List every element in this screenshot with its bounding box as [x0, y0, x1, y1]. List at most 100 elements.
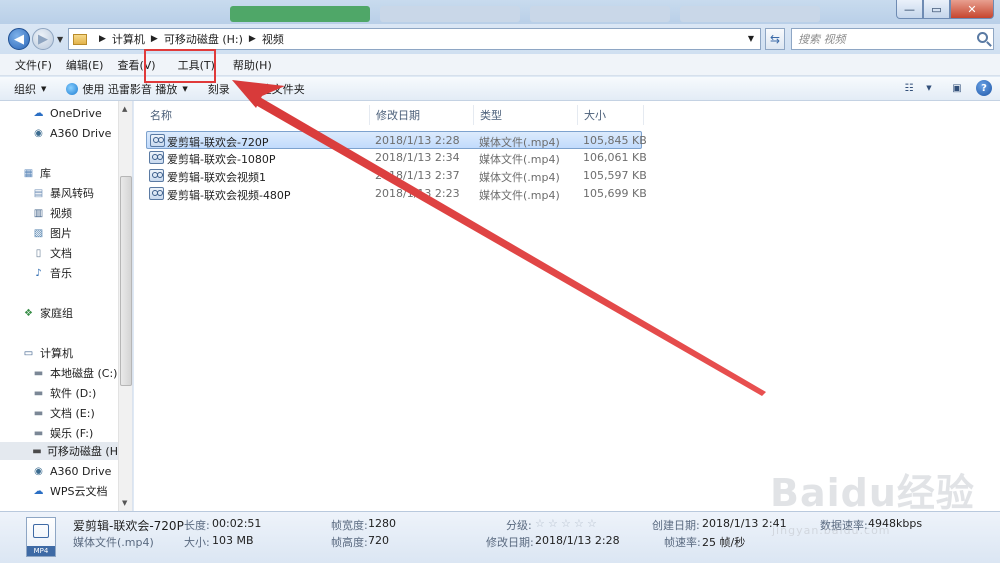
- disk-icon: ▬: [33, 407, 44, 419]
- details-file-name: 爱剪辑-联欢会-720P: [73, 519, 184, 533]
- nav-item-drive-e[interactable]: ▬ 文档 (E:): [32, 404, 95, 422]
- table-row[interactable]: 爱剪辑-联欢会-1080P 2018/1/13 2:34 媒体文件(.mp4) …: [146, 149, 647, 167]
- breadcrumb-videos[interactable]: 视频: [262, 31, 284, 47]
- preview-pane-icon[interactable]: ▣: [948, 80, 966, 96]
- nav-item-documents[interactable]: ▯ 文档: [32, 244, 72, 262]
- computer-icon: ▭: [23, 347, 34, 359]
- file-size: 105,699 KB: [583, 187, 647, 200]
- nav-scrollbar[interactable]: ▲ ▼: [118, 101, 132, 511]
- maximize-button[interactable]: ▭: [923, 0, 950, 19]
- chevron-right-icon[interactable]: ▶: [99, 34, 106, 44]
- nav-item-label: 暴风转码: [50, 187, 94, 200]
- search-input[interactable]: 搜索 视频: [791, 28, 994, 50]
- nav-item-label: WPS云文档: [50, 485, 108, 498]
- close-button[interactable]: ✕: [950, 0, 994, 19]
- search-icon[interactable]: [977, 32, 988, 43]
- size-value: 103 MB: [212, 534, 254, 547]
- organize-button[interactable]: 组织 ▼: [14, 81, 46, 97]
- nav-item-libraries[interactable]: ▦ 库: [22, 164, 51, 182]
- column-header-modified[interactable]: 修改日期: [370, 105, 474, 125]
- help-icon[interactable]: ?: [976, 80, 992, 96]
- table-row[interactable]: 爱剪辑-联欢会视频-480P 2018/1/13 2:23 媒体文件(.mp4)…: [146, 185, 647, 203]
- star-icon[interactable]: ☆: [587, 518, 598, 529]
- column-header-type[interactable]: 类型: [474, 105, 578, 125]
- nav-item-drive-h[interactable]: ▬ 可移动磁盘 (H: [0, 442, 118, 460]
- frame-rate-label: 帧速率:: [664, 536, 701, 549]
- length-value[interactable]: 00:02:51: [212, 517, 261, 530]
- nav-item-drive-f[interactable]: ▬ 娱乐 (F:): [32, 424, 94, 442]
- chevron-right-icon[interactable]: ▶: [249, 34, 256, 44]
- nav-item-a360[interactable]: ◉ A360 Drive: [32, 124, 111, 142]
- nav-item-drive-c[interactable]: ▬ 本地磁盘 (C:): [32, 364, 118, 382]
- taskbar-tab[interactable]: [680, 6, 820, 22]
- nav-item-wps-cloud[interactable]: ☁ WPS云文档: [32, 482, 108, 500]
- rating-stars[interactable]: ☆ ☆ ☆ ☆ ☆: [535, 517, 600, 530]
- star-icon[interactable]: ☆: [535, 518, 546, 529]
- scroll-down-icon[interactable]: ▼: [122, 499, 127, 507]
- file-name: 爱剪辑-联欢会-720P: [167, 136, 269, 149]
- nav-item-label: A360 Drive: [50, 464, 112, 478]
- star-icon[interactable]: ☆: [561, 518, 572, 529]
- breadcrumb-computer[interactable]: 计算机: [112, 31, 145, 47]
- column-header-name[interactable]: 名称: [144, 105, 370, 125]
- menu-help[interactable]: 帮助(H): [226, 57, 279, 73]
- taskbar-tab[interactable]: [380, 6, 520, 22]
- scroll-up-icon[interactable]: ▲: [122, 105, 127, 113]
- nav-item-label: 娱乐 (F:): [50, 427, 94, 440]
- file-name: 爱剪辑-联欢会视频1: [167, 171, 266, 184]
- view-controls: ☷ ▼ ▣ ?: [890, 80, 992, 96]
- cloud-icon: ☁: [33, 107, 44, 119]
- back-button[interactable]: ◀: [8, 28, 30, 50]
- disk-icon: ▬: [33, 387, 44, 399]
- nav-item-onedrive[interactable]: ☁ OneDrive: [32, 104, 102, 122]
- picture-library-icon: ▧: [33, 227, 44, 239]
- star-icon[interactable]: ☆: [574, 518, 585, 529]
- scrollbar-thumb[interactable]: [120, 176, 132, 386]
- disk-icon: ▬: [33, 427, 44, 439]
- column-header-size[interactable]: 大小: [578, 105, 644, 125]
- nav-item-music[interactable]: ♪ 音乐: [32, 264, 72, 282]
- drive-icon: ◉: [34, 465, 43, 477]
- table-row[interactable]: 爱剪辑-联欢会-720P 2018/1/13 2:28 媒体文件(.mp4) 1…: [146, 131, 647, 149]
- menu-edit[interactable]: 编辑(E): [59, 57, 111, 73]
- minimize-button[interactable]: —: [896, 0, 923, 19]
- frame-height-value[interactable]: 720: [368, 534, 389, 547]
- refresh-button[interactable]: ⇆: [765, 28, 785, 50]
- nav-item-homegroup[interactable]: ❖ 家庭组: [22, 304, 73, 322]
- file-size: 105,597 KB: [583, 169, 647, 182]
- address-dropdown-icon[interactable]: ▼: [748, 34, 754, 43]
- nav-item-label: 可移动磁盘 (H: [46, 445, 118, 458]
- nav-item-drive-d[interactable]: ▬ 软件 (D:): [32, 384, 97, 402]
- title-bar: — ▭ ✕: [0, 0, 1000, 24]
- modified-value[interactable]: 2018/1/13 2:28: [535, 534, 620, 547]
- change-view-icon[interactable]: ☷: [900, 80, 918, 96]
- breadcrumb-removable-disk[interactable]: 可移动磁盘 (H:): [164, 31, 243, 47]
- star-icon[interactable]: ☆: [548, 518, 559, 529]
- recent-pages-dropdown-icon[interactable]: ▼: [57, 35, 63, 44]
- frame-rate-value[interactable]: 25 帧/秒: [702, 534, 745, 550]
- new-folder-button[interactable]: 新建文件夹: [250, 81, 305, 97]
- frame-width-value[interactable]: 1280: [368, 517, 396, 530]
- nav-item-baofeng[interactable]: ▤ 暴风转码: [32, 184, 94, 202]
- file-modified: 2018/1/13 2:28: [375, 134, 460, 147]
- menu-file[interactable]: 文件(F): [8, 57, 59, 73]
- chevron-right-icon[interactable]: ▶: [151, 34, 158, 44]
- tools-menu-highlight: [144, 49, 216, 83]
- table-row[interactable]: 爱剪辑-联欢会视频1 2018/1/13 2:37 媒体文件(.mp4) 105…: [146, 167, 647, 185]
- homegroup-icon: ❖: [24, 307, 33, 319]
- music-library-icon: ♪: [35, 267, 42, 279]
- drive-icon: ◉: [34, 127, 43, 139]
- nav-item-computer[interactable]: ▭ 计算机: [22, 344, 73, 362]
- address-bar[interactable]: ▶ 计算机 ▶ 可移动磁盘 (H:) ▶ 视频 ▼: [68, 28, 761, 50]
- nav-item-label: 音乐: [50, 267, 72, 280]
- nav-item-a360-2[interactable]: ◉ A360 Drive: [32, 462, 111, 480]
- taskbar-tab[interactable]: [530, 6, 670, 22]
- nav-item-pictures[interactable]: ▧ 图片: [32, 224, 72, 242]
- file-type: 媒体文件(.mp4): [479, 153, 560, 166]
- nav-item-videos[interactable]: ▥ 视频: [32, 204, 72, 222]
- frame-width-label: 帧宽度:: [331, 519, 368, 532]
- chevron-down-icon[interactable]: ▼: [920, 80, 938, 96]
- forward-button[interactable]: ▶: [32, 28, 54, 50]
- taskbar-tab[interactable]: [230, 6, 370, 22]
- file-name: 爱剪辑-联欢会-1080P: [167, 153, 276, 166]
